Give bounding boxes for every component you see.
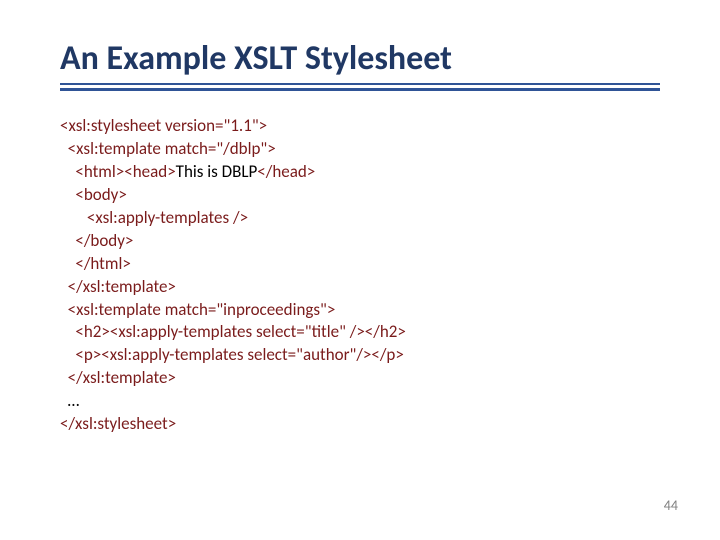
title-underline xyxy=(60,83,660,91)
code-line: <xsl:template match="inproceedings"> xyxy=(60,299,335,320)
code-line: </xsl:stylesheet> xyxy=(60,413,176,434)
code-line: <html><head> xyxy=(60,161,176,182)
slide: An Example XSLT Stylesheet <xsl:styleshe… xyxy=(0,0,720,540)
code-line: </xsl:template> xyxy=(60,276,176,297)
code-line: <p><xsl:apply-templates select="author"/… xyxy=(60,344,404,365)
code-text: This is DBLP xyxy=(176,161,258,182)
code-line: <body> xyxy=(60,184,127,205)
code-line: <xsl:stylesheet version="1.1"> xyxy=(60,115,267,136)
code-line: … xyxy=(60,390,79,411)
page-number: 44 xyxy=(664,497,678,514)
code-line: </head> xyxy=(257,161,315,182)
slide-title: An Example XSLT Stylesheet xyxy=(60,38,660,79)
code-line: <h2><xsl:apply-templates select="title" … xyxy=(60,321,406,342)
code-line: </html> xyxy=(60,253,131,274)
code-line: <xsl:template match="/dblp"> xyxy=(60,138,276,159)
code-line: <xsl:apply-templates /> xyxy=(60,207,248,228)
code-line: </body> xyxy=(60,230,133,251)
code-block: <xsl:stylesheet version="1.1"> <xsl:temp… xyxy=(60,115,660,436)
code-line: </xsl:template> xyxy=(60,367,176,388)
